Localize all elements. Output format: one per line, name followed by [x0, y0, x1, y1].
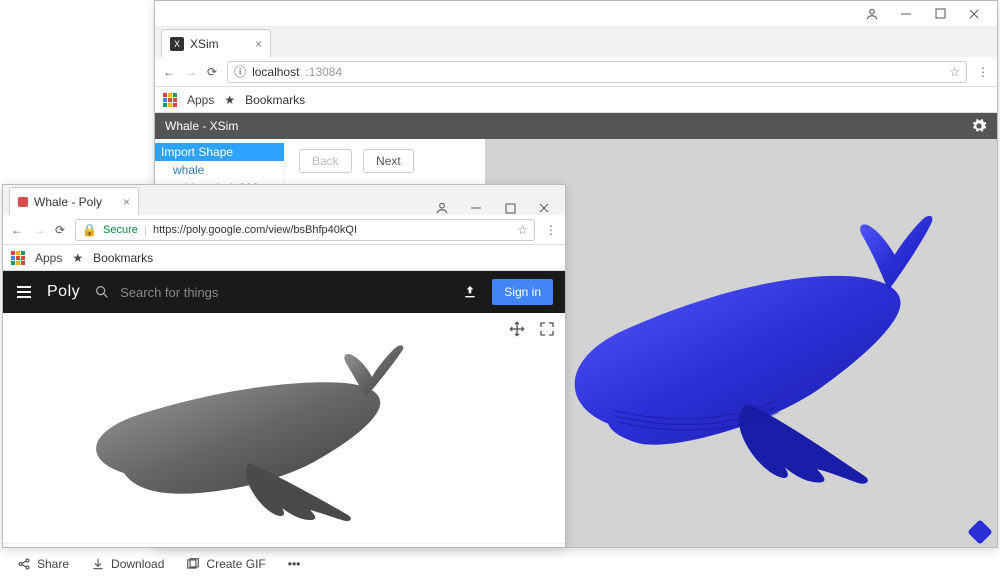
- address-bar[interactable]: 🔒 Secure | https://poly.google.com/view/…: [75, 219, 535, 241]
- address-bar[interactable]: ⓘ localhost :13084 ☆: [227, 61, 967, 83]
- close-icon[interactable]: [967, 7, 981, 21]
- nav-reload-icon[interactable]: ⟳: [55, 223, 65, 237]
- search-icon: [94, 284, 110, 300]
- bookmark-star-solid-icon: ★: [224, 93, 235, 107]
- signin-button[interactable]: Sign in: [492, 279, 553, 305]
- back-button[interactable]: Back: [299, 149, 352, 173]
- tree-root[interactable]: Import Shape: [155, 143, 284, 161]
- apps-icon[interactable]: [163, 93, 177, 107]
- bookmarks-bar: Apps ★ Bookmarks: [155, 87, 997, 113]
- upload-icon[interactable]: [462, 284, 478, 300]
- url-host: localhost: [252, 65, 299, 79]
- search-box[interactable]: Search for things: [94, 284, 448, 300]
- next-button[interactable]: Next: [363, 149, 414, 173]
- poly-window: Whale - Poly × ← → ⟳ 🔒 Secure | https://…: [2, 184, 566, 548]
- nav-forward-icon[interactable]: →: [185, 65, 197, 79]
- poly-logo[interactable]: Poly: [47, 283, 80, 301]
- more-button[interactable]: •••: [288, 557, 301, 571]
- url-port: :13084: [305, 65, 342, 79]
- gif-icon: [186, 557, 200, 571]
- tab-title: Whale - Poly: [34, 195, 102, 209]
- tab-strip: Whale - Poly ×: [3, 185, 565, 215]
- browser-tab[interactable]: X XSim ×: [161, 29, 271, 57]
- download-label: Download: [111, 557, 164, 571]
- window-titlebar: [155, 1, 997, 27]
- tab-close-icon[interactable]: ×: [123, 195, 130, 209]
- url-text: https://poly.google.com/view/bsBhfp40kQI: [153, 224, 357, 236]
- tab-title: XSim: [190, 37, 219, 51]
- poly-app-bar: Poly Search for things Sign in: [3, 271, 565, 313]
- nav-toolbar: ← → ⟳ ⓘ localhost :13084 ☆ ⋮: [155, 57, 997, 87]
- bookmark-star-icon[interactable]: ☆: [949, 65, 960, 79]
- poly-action-bar: Share Download Create GIF •••: [3, 543, 565, 583]
- creategif-button[interactable]: Create GIF: [186, 557, 265, 571]
- info-icon: ⓘ: [234, 63, 246, 80]
- lock-icon: 🔒: [82, 223, 97, 237]
- creategif-label: Create GIF: [206, 557, 265, 571]
- hamburger-icon[interactable]: [15, 283, 33, 301]
- download-icon: [91, 557, 105, 571]
- bookmarks-bar: Apps ★ Bookmarks: [3, 245, 565, 271]
- apps-label[interactable]: Apps: [187, 93, 214, 107]
- move-icon[interactable]: [509, 321, 525, 337]
- share-label: Share: [37, 557, 69, 571]
- tab-strip: X XSim ×: [155, 27, 997, 57]
- share-icon: [17, 557, 31, 571]
- browser-tab[interactable]: Whale - Poly ×: [9, 187, 139, 215]
- xsim-app-bar: Whale - XSim: [155, 113, 997, 139]
- nav-back-icon[interactable]: ←: [11, 223, 23, 237]
- xsim-favicon-icon: X: [170, 37, 184, 51]
- tab-close-icon[interactable]: ×: [255, 37, 262, 51]
- bookmark-star-solid-icon: ★: [72, 251, 83, 265]
- account-icon[interactable]: [865, 7, 879, 21]
- menu-icon[interactable]: ⋮: [545, 223, 557, 237]
- secure-label: Secure: [103, 224, 138, 236]
- nav-back-icon[interactable]: ←: [163, 65, 175, 79]
- bookmarks-label[interactable]: Bookmarks: [245, 93, 305, 107]
- minimize-icon[interactable]: [899, 7, 913, 21]
- more-icon: •••: [288, 557, 301, 571]
- maximize-icon[interactable]: [933, 7, 947, 21]
- whale-model-grey-icon: [3, 313, 565, 543]
- apps-label[interactable]: Apps: [35, 251, 62, 265]
- bookmarks-label[interactable]: Bookmarks: [93, 251, 153, 265]
- maximize-icon[interactable]: [503, 201, 517, 215]
- search-placeholder: Search for things: [120, 285, 218, 300]
- account-icon[interactable]: [435, 201, 449, 215]
- nav-reload-icon[interactable]: ⟳: [207, 65, 217, 79]
- poly-viewer[interactable]: [3, 313, 565, 543]
- gear-icon[interactable]: [971, 118, 987, 134]
- page-title: Whale - XSim: [165, 119, 238, 133]
- apps-icon[interactable]: [11, 251, 25, 265]
- share-button[interactable]: Share: [17, 557, 69, 571]
- tree-node-whale[interactable]: whale: [155, 161, 284, 179]
- fullscreen-icon[interactable]: [539, 321, 555, 337]
- nav-toolbar: ← → ⟳ 🔒 Secure | https://poly.google.com…: [3, 215, 565, 245]
- menu-icon[interactable]: ⋮: [977, 65, 989, 79]
- minimize-icon[interactable]: [469, 201, 483, 215]
- download-button[interactable]: Download: [91, 557, 164, 571]
- close-icon[interactable]: [537, 201, 551, 215]
- bookmark-star-icon[interactable]: ☆: [517, 223, 528, 237]
- nav-forward-icon[interactable]: →: [33, 223, 45, 237]
- poly-favicon-icon: [18, 197, 28, 207]
